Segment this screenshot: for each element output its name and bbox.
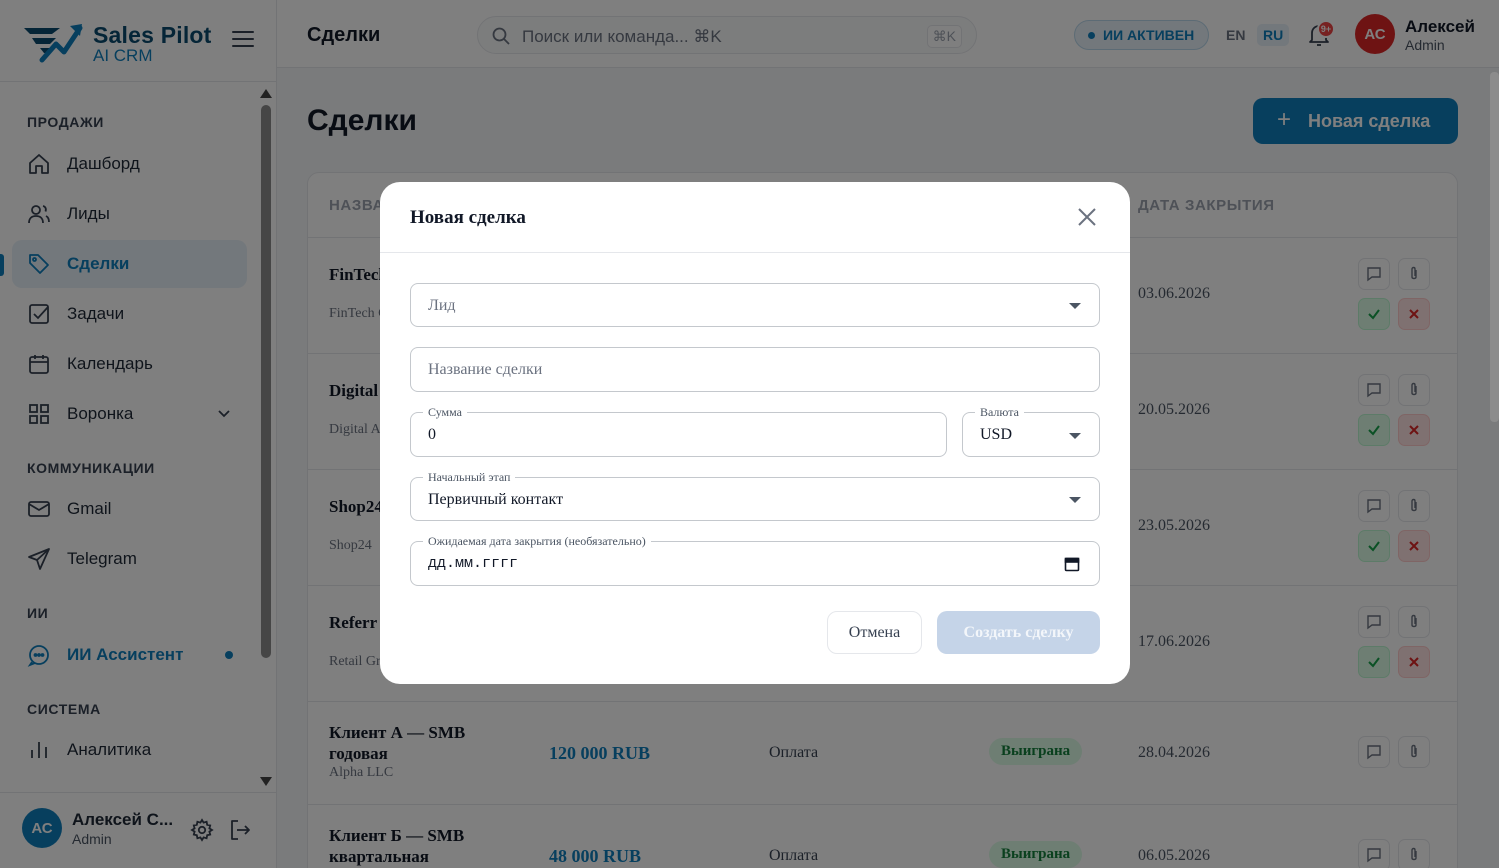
stage-select[interactable]: Начальный этап Первичный контакт (410, 470, 1100, 521)
lead-placeholder: Лид (428, 297, 456, 314)
amount-field[interactable]: Сумма 0 (410, 405, 947, 457)
close-date-field[interactable]: Ожидаемая дата закрытия (необязательно) … (410, 534, 1100, 586)
lead-select[interactable]: Лид (410, 283, 1100, 327)
new-deal-modal: Новая сделка Лид Название сделки Сумма 0… (380, 182, 1130, 684)
close-icon[interactable] (1076, 206, 1098, 228)
deal-name-field[interactable]: Название сделки (410, 347, 1100, 392)
chevron-down-icon (1069, 303, 1081, 309)
calendar-icon[interactable] (1064, 556, 1080, 572)
divider (380, 252, 1130, 253)
stage-label: Начальный этап (423, 470, 516, 484)
amount-label: Сумма (423, 405, 467, 419)
page-scrollbar[interactable] (1490, 72, 1499, 422)
create-deal-button[interactable]: Создать сделку (937, 611, 1100, 654)
amount-value: 0 (428, 426, 436, 443)
stage-value: Первичный контакт (428, 491, 564, 508)
chevron-down-icon (1069, 497, 1081, 503)
close-date-placeholder: дд.мм.гггг (428, 555, 519, 572)
currency-label: Валюта (975, 405, 1024, 419)
currency-value: USD (980, 426, 1013, 443)
chevron-down-icon (1069, 433, 1081, 439)
close-date-label: Ожидаемая дата закрытия (необязательно) (423, 534, 651, 548)
modal-title: Новая сделка (410, 207, 526, 228)
cancel-button[interactable]: Отмена (827, 611, 922, 654)
deal-name-placeholder: Название сделки (428, 361, 543, 378)
currency-select[interactable]: Валюта USD (962, 405, 1100, 457)
